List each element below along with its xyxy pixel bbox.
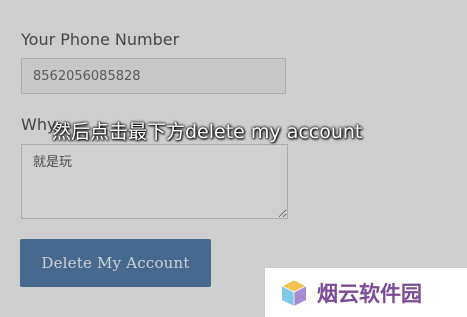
cube-logo-icon	[281, 279, 307, 306]
phone-number-field[interactable]	[21, 58, 286, 94]
watermark-text: 烟云软件园	[317, 281, 422, 306]
video-subtitle: 然后点击最下方delete my account	[52, 121, 363, 143]
watermark: 烟云软件园	[265, 268, 467, 317]
delete-account-button[interactable]: Delete My Account	[20, 239, 211, 287]
phone-number-label: Your Phone Number	[21, 30, 180, 49]
reason-textarea[interactable]: 就是玩	[21, 144, 288, 219]
